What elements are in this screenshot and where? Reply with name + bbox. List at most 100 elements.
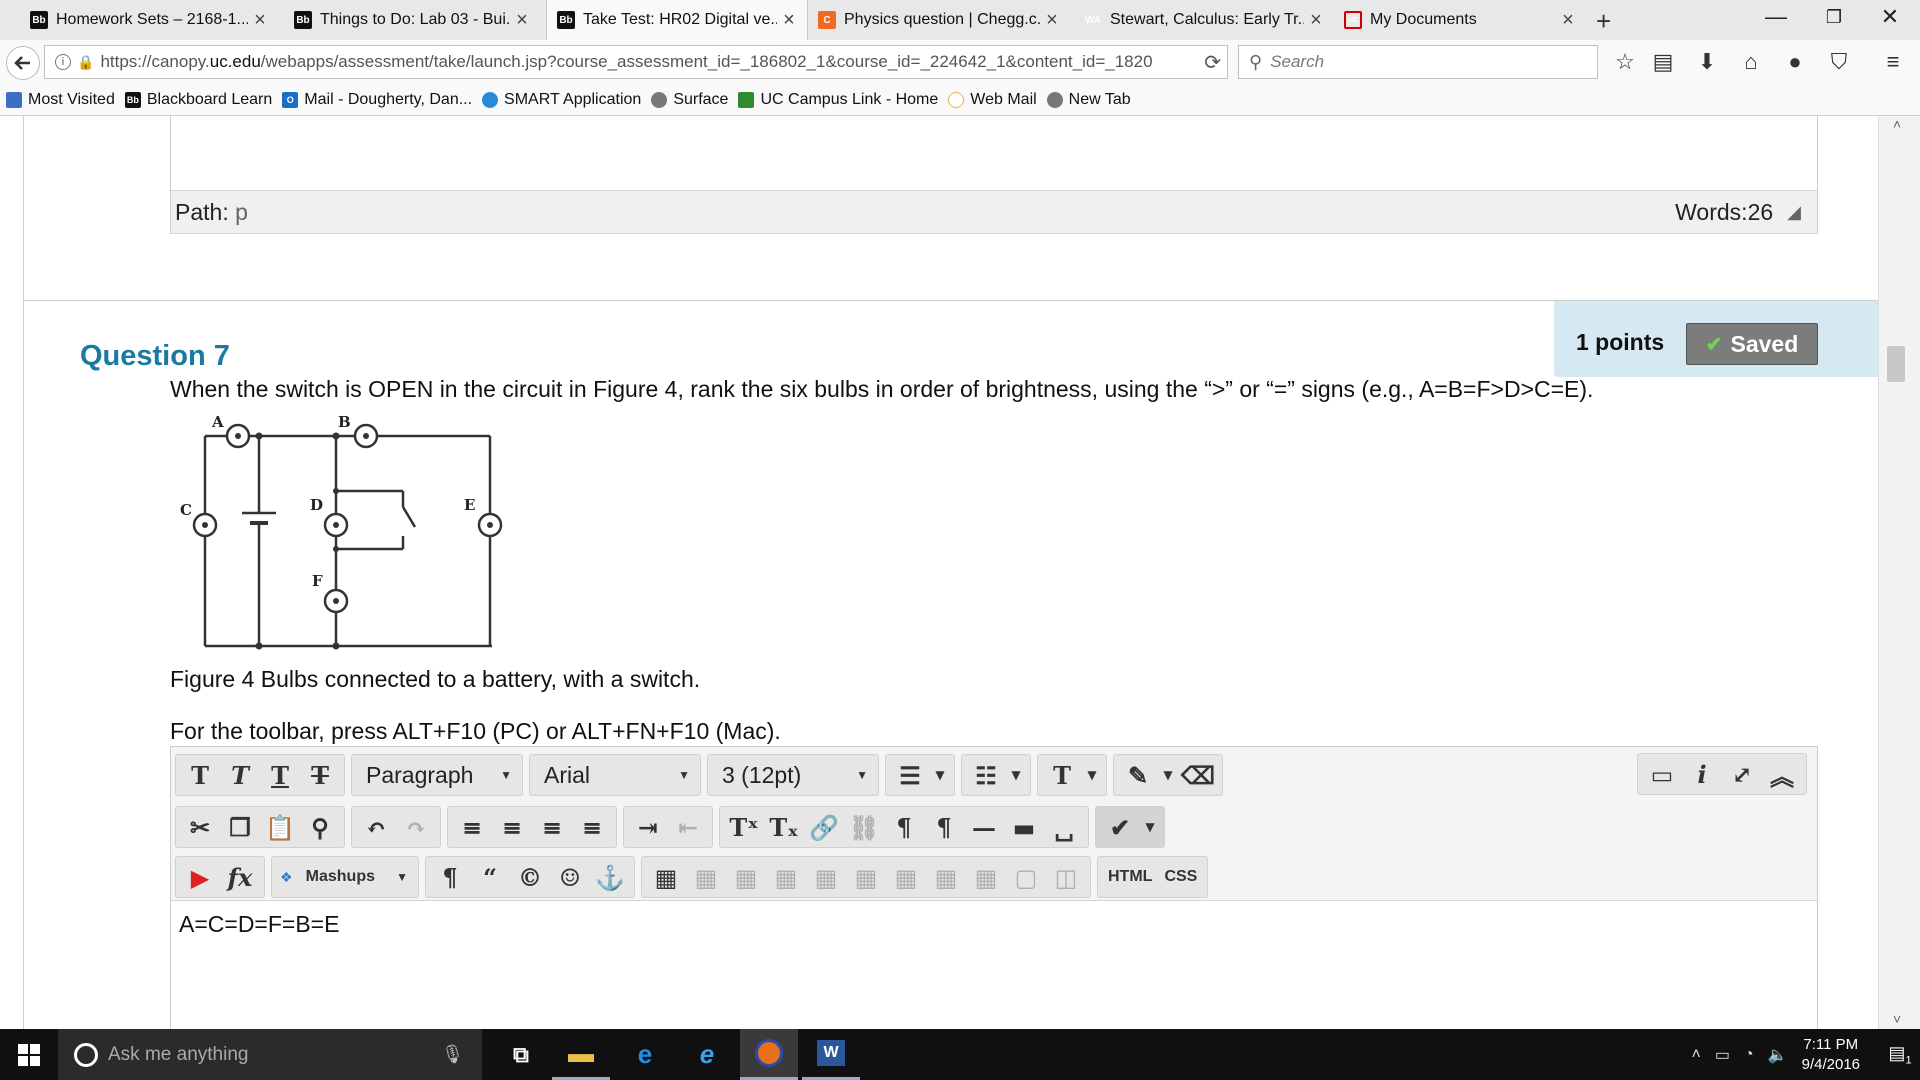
info-icon[interactable]: i [1682,755,1722,793]
action-center-button[interactable]: ▤1 [1880,1043,1920,1067]
row-after-icon[interactable]: ▦ [726,858,766,896]
column-after-icon[interactable]: ▦ [846,858,886,896]
chevron-down-icon[interactable]: ▼ [1140,808,1160,846]
back-button[interactable] [6,46,40,80]
volume-icon[interactable]: 🔈 [1768,1045,1788,1065]
math-formula-icon[interactable]: fx [220,858,260,896]
youtube-icon[interactable]: ▶ [180,858,220,896]
internet-explorer-icon[interactable]: e [678,1029,736,1080]
wifi-icon[interactable]: ◔ [1744,1046,1754,1064]
table-icon[interactable]: ▦ [646,858,686,896]
split-cells-icon[interactable]: ▢ [1006,858,1046,896]
info-icon[interactable]: i [55,54,71,70]
numbered-list-icon[interactable]: ☷ [966,756,1006,794]
download-icon[interactable]: ⬇ [1692,49,1722,75]
lock-icon[interactable]: 🔒 [77,54,94,71]
bookmark-star-icon[interactable]: ☆ [1610,49,1640,75]
horizontal-rule-icon[interactable]: — [964,808,1004,846]
chat-icon[interactable]: ● [1780,49,1810,75]
chevron-down-icon[interactable]: ▼ [1158,756,1178,794]
row-before-icon[interactable]: ▦ [686,858,726,896]
tab-take-test[interactable]: Bb Take Test: HR02 Digital ve... × [546,0,808,40]
tab-things-to-do[interactable]: Bb Things to Do: Lab 03 - Bui... × [284,0,540,40]
clock[interactable]: 7:11 PM 9/4/2016 [1802,1035,1860,1075]
thick-rule-icon[interactable]: ▬ [1004,808,1044,846]
font-select[interactable]: Arial ▼ [529,754,701,796]
resize-grip-icon[interactable]: ◢ [1787,202,1801,223]
close-window-button[interactable]: ✕ [1870,4,1910,30]
anchor-icon[interactable]: ⚓ [590,858,630,896]
menu-icon[interactable]: ≡ [1878,49,1908,75]
reading-list-icon[interactable]: ▤ [1648,49,1678,75]
battery-icon[interactable]: ▭ [1715,1045,1730,1065]
merge-cells-icon[interactable]: ▦ [966,858,1006,896]
align-justify-icon[interactable]: ≡ [572,808,612,846]
close-tab-icon[interactable]: × [510,9,534,32]
collapse-toolbar-icon[interactable]: ︽ [1762,755,1802,793]
undo-icon[interactable]: ↶ [356,808,396,846]
mashups-select[interactable]: ❖ Mashups ▼ [271,856,419,898]
strikethrough-button[interactable]: T [300,756,340,794]
size-select[interactable]: 3 (12pt) ▼ [707,754,879,796]
copy-icon[interactable]: ❐ [220,808,260,846]
close-tab-icon[interactable]: × [777,9,801,32]
url-bar[interactable]: i 🔒 https://canopy. uc.edu/webapps/assess… [44,45,1228,79]
cortana-search[interactable]: Ask me anything 🎙 [58,1029,482,1080]
css-button[interactable]: CSS [1158,868,1203,886]
outdent-icon[interactable]: ⇤ [668,808,708,846]
align-left-icon[interactable]: ≡ [452,808,492,846]
redo-icon[interactable]: ↷ [396,808,436,846]
table-props-icon[interactable]: ◫ [1046,858,1086,896]
delete-row-icon[interactable]: ▦ [766,858,806,896]
task-view-icon[interactable]: ⧉ [492,1029,550,1080]
eraser-icon[interactable]: ⌫ [1178,756,1218,794]
chevron-down-icon[interactable]: ▼ [1082,756,1102,794]
bookmark-surface[interactable]: Surface [651,91,728,109]
italic-button[interactable]: T [220,756,260,794]
previous-answer-editor[interactable]: Path: p Words:26 ◢ [170,116,1818,234]
tab-chegg[interactable]: C Physics question | Chegg.c... × [808,0,1070,40]
cell-props-icon[interactable]: ▦ [926,858,966,896]
superscript-icon[interactable]: Tˣ [724,808,764,846]
minimize-button[interactable]: — [1756,4,1796,30]
pocket-icon[interactable]: ⛉ [1824,49,1854,75]
align-right-icon[interactable]: ≡ [532,808,572,846]
underline-button[interactable]: T [260,756,300,794]
text-color-icon[interactable]: T [1042,756,1082,794]
scroll-up-icon[interactable]: ˄ [1893,116,1901,132]
new-tab-button[interactable]: + [1596,6,1611,37]
tab-homework-sets[interactable]: Bb Homework Sets – 2168-1... × [20,0,278,40]
close-tab-icon[interactable]: × [1556,9,1580,32]
bookmark-mail[interactable]: O Mail - Dougherty, Dan... [282,91,472,109]
saved-button[interactable]: ✔ Saved [1686,323,1818,365]
paragraph-mark-icon[interactable]: ¶ [430,858,470,896]
show-hidden-icons-icon[interactable]: ˄ [1692,1046,1701,1064]
html-button[interactable]: HTML [1102,868,1158,886]
close-tab-icon[interactable]: × [1304,9,1328,32]
home-icon[interactable]: ⌂ [1736,49,1766,75]
emoticon-icon[interactable]: ☺ [550,858,590,896]
indent-icon[interactable]: ⇥ [628,808,668,846]
page-scrollbar[interactable]: ˄ ˅ [1878,116,1920,1029]
tab-my-documents[interactable]: UC My Documents × [1334,0,1586,40]
start-button[interactable] [0,1029,58,1080]
delete-column-icon[interactable]: ▦ [886,858,926,896]
edge-icon[interactable]: e [616,1029,674,1080]
preview-icon[interactable]: ▭ [1642,755,1682,793]
cut-icon[interactable]: ✂ [180,808,220,846]
close-tab-icon[interactable]: × [248,9,272,32]
word-icon[interactable]: W [802,1029,860,1080]
bookmark-most-visited[interactable]: Most Visited [6,91,115,109]
ltr-icon[interactable]: ¶ [884,808,924,846]
bullet-list-icon[interactable]: ☰ [890,756,930,794]
spellcheck-icon[interactable]: ✔ [1100,808,1140,846]
answer-text[interactable]: A=C=D=F=B=E [179,911,339,938]
copyright-icon[interactable]: © [510,858,550,896]
blockquote-icon[interactable]: “ [470,858,510,896]
firefox-icon[interactable] [740,1029,798,1080]
restore-button[interactable]: ❐ [1814,7,1854,28]
tab-stewart-calculus[interactable]: WA Stewart, Calculus: Early Tr... × [1074,0,1334,40]
scroll-down-icon[interactable]: ˅ [1893,1011,1901,1027]
column-before-icon[interactable]: ▦ [806,858,846,896]
unlink-icon[interactable]: ⛓ [844,808,884,846]
